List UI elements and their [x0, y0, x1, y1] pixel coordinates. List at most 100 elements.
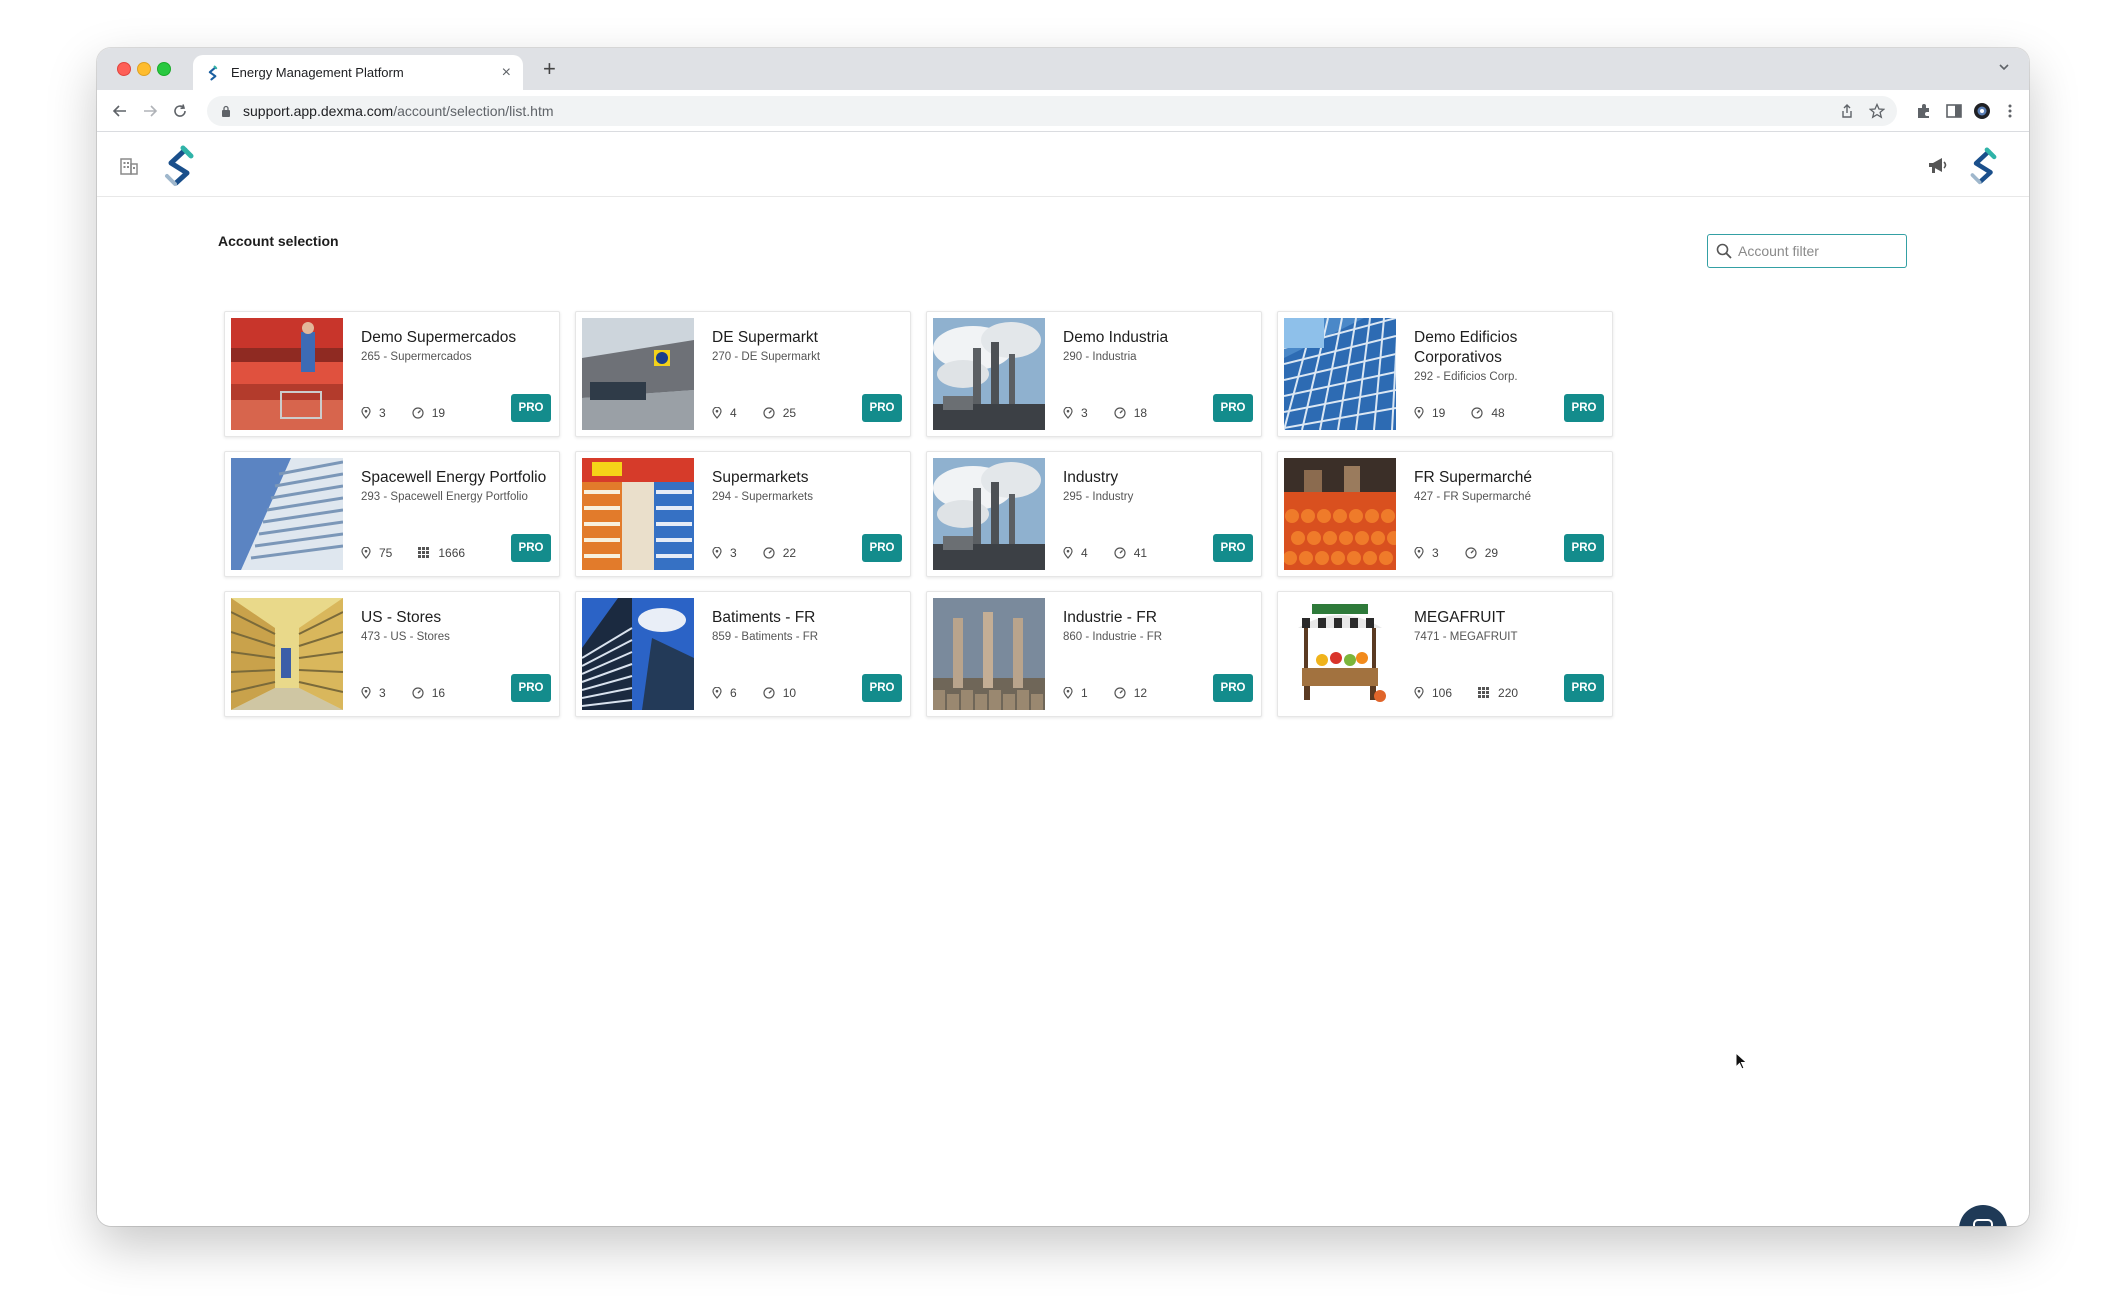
- account-thumbnail: [1284, 318, 1396, 430]
- account-thumbnail: [231, 458, 343, 570]
- locations-count-value: 1: [1081, 686, 1088, 700]
- skyscraper-sky-image: [582, 598, 694, 710]
- map-pin-icon: [1414, 407, 1424, 419]
- devices-count-value: 220: [1498, 686, 1519, 700]
- account-card[interactable]: Batiments - FR 859 - Batiments - FR 6 10 PRO: [575, 591, 911, 717]
- fruit-stand-image: [1284, 598, 1396, 710]
- account-card[interactable]: Demo Industria 290 - Industria 3 18 PRO: [926, 311, 1262, 437]
- devices-count: 18: [1114, 406, 1147, 420]
- account-subtitle: 473 - US - Stores: [361, 631, 450, 643]
- account-stats: 3 18: [1063, 406, 1173, 420]
- account-card[interactable]: Demo Supermercados 265 - Supermercados 3 19…: [224, 311, 560, 437]
- arrow-right-icon: [144, 105, 158, 117]
- gauge-icon: [1114, 687, 1126, 699]
- account-card[interactable]: FR Supermarché 427 - FR Supermarché 3 29 PRO: [1277, 451, 1613, 577]
- account-name: Demo Edificios Corporativos 292 - Edifici…: [1414, 328, 1604, 385]
- account-name-text: Spacewell Energy Portfolio: [361, 469, 547, 486]
- account-name-text: Supermarkets: [712, 469, 809, 486]
- devices-count: 48: [1471, 406, 1505, 420]
- devices-count: 1666: [418, 546, 465, 560]
- devices-count-value: 18: [1133, 406, 1148, 420]
- locations-count: 4: [1063, 546, 1088, 560]
- devices-count: 10: [763, 686, 796, 700]
- forward-button[interactable]: [137, 98, 163, 124]
- account-name-text: Demo Supermercados: [361, 329, 517, 346]
- factory-smoke-image: [933, 458, 1045, 570]
- side-panel-icon[interactable]: [1945, 102, 1963, 120]
- account-card[interactable]: US - Stores 473 - US - Stores 3 16 PRO: [224, 591, 560, 717]
- address-bar[interactable]: support.app.dexma.com/account/selection/…: [207, 96, 1897, 126]
- account-stats: 3 19: [361, 406, 471, 420]
- devices-count: 12: [1114, 686, 1147, 700]
- megaphone-icon[interactable]: [1927, 156, 1949, 176]
- account-card[interactable]: DE Supermarkt 270 - DE Supermarkt 4 25 PRO: [575, 311, 911, 437]
- locations-count: 6: [712, 686, 737, 700]
- kebab-menu-icon[interactable]: [2001, 102, 2019, 120]
- bookmark-star-icon[interactable]: [1869, 103, 1885, 119]
- chevron-down-icon[interactable]: [1997, 60, 2011, 74]
- user-dexma-logo[interactable]: [1967, 147, 2005, 185]
- reload-button[interactable]: [167, 98, 193, 124]
- locations-count-value: 19: [1432, 406, 1446, 420]
- account-card[interactable]: Spacewell Energy Portfolio 293 - Spacewel…: [224, 451, 560, 577]
- chat-launcher-button[interactable]: [1959, 1205, 2007, 1226]
- pro-badge: PRO: [862, 534, 902, 562]
- account-filter-input[interactable]: [1738, 243, 1898, 259]
- account-subtitle: 295 - Industry: [1063, 491, 1134, 503]
- account-card[interactable]: Industrie - FR 860 - Industrie - FR 1 12 PRO: [926, 591, 1262, 717]
- browser-tab[interactable]: Energy Management Platform ×: [193, 55, 523, 90]
- extensions-icon[interactable]: [1915, 102, 1933, 120]
- tab-close-icon[interactable]: ×: [502, 64, 511, 81]
- url-path: /account/selection/list.htm: [393, 103, 554, 119]
- account-name: US - Stores 473 - US - Stores: [361, 608, 551, 645]
- account-name-text: Demo Industria: [1063, 329, 1169, 346]
- pro-badge: PRO: [511, 394, 551, 422]
- account-stats: 3 22: [712, 546, 822, 560]
- account-name-text: MEGAFRUIT: [1414, 609, 1506, 626]
- map-pin-icon: [361, 687, 371, 699]
- share-icon[interactable]: [1839, 103, 1855, 119]
- account-stats: 6 10: [712, 686, 822, 700]
- close-window-button[interactable]: [117, 62, 131, 76]
- url-text: support.app.dexma.com/account/selection/…: [243, 103, 554, 119]
- account-name: Demo Industria 290 - Industria: [1063, 328, 1253, 365]
- pro-badge: PRO: [511, 534, 551, 562]
- account-subtitle: 7471 - MEGAFRUIT: [1414, 631, 1518, 643]
- account-card[interactable]: Supermarkets 294 - Supermarkets 3 22 PRO: [575, 451, 911, 577]
- glass-building-image: [1284, 318, 1396, 430]
- map-pin-icon: [1414, 687, 1424, 699]
- devices-count: 29: [1465, 546, 1498, 560]
- pro-badge: PRO: [511, 674, 551, 702]
- devices-count: 22: [763, 546, 796, 560]
- back-button[interactable]: [107, 98, 133, 124]
- account-card[interactable]: Demo Edificios Corporativos 292 - Edifici…: [1277, 311, 1613, 437]
- devices-count-value: 16: [431, 686, 446, 700]
- gauge-icon: [763, 547, 775, 559]
- account-card[interactable]: Industry 295 - Industry 4 41 PRO: [926, 451, 1262, 577]
- devices-count-value: 22: [782, 546, 797, 560]
- locations-count-value: 3: [1081, 406, 1088, 420]
- account-subtitle: 294 - Supermarkets: [712, 491, 813, 503]
- locations-count: 3: [712, 546, 737, 560]
- buildings-icon[interactable]: [119, 156, 139, 176]
- new-tab-button[interactable]: +: [543, 57, 556, 81]
- pro-badge: PRO: [1213, 534, 1253, 562]
- maximize-window-button[interactable]: [157, 62, 171, 76]
- minimize-window-button[interactable]: [137, 62, 151, 76]
- locations-count: 4: [712, 406, 737, 420]
- account-name: Industry 295 - Industry: [1063, 468, 1253, 505]
- account-card[interactable]: MEGAFRUIT 7471 - MEGAFRUIT 106 220 PRO: [1277, 591, 1613, 717]
- locations-count: 3: [1414, 546, 1439, 560]
- account-name-text: Industrie - FR: [1063, 609, 1157, 626]
- map-pin-icon: [1414, 547, 1424, 559]
- pro-badge: PRO: [862, 674, 902, 702]
- mouse-cursor-icon: [1735, 1052, 1748, 1070]
- account-filter[interactable]: [1707, 234, 1907, 268]
- account-subtitle: 859 - Batiments - FR: [712, 631, 819, 643]
- supermarket-aisle-image: [582, 458, 694, 570]
- account-subtitle: 293 - Spacewell Energy Portfolio: [361, 491, 528, 503]
- account-thumbnail: [582, 458, 694, 570]
- dexma-logo[interactable]: [161, 145, 203, 187]
- profile-avatar-icon[interactable]: [1973, 102, 1991, 120]
- pro-badge: PRO: [1564, 534, 1604, 562]
